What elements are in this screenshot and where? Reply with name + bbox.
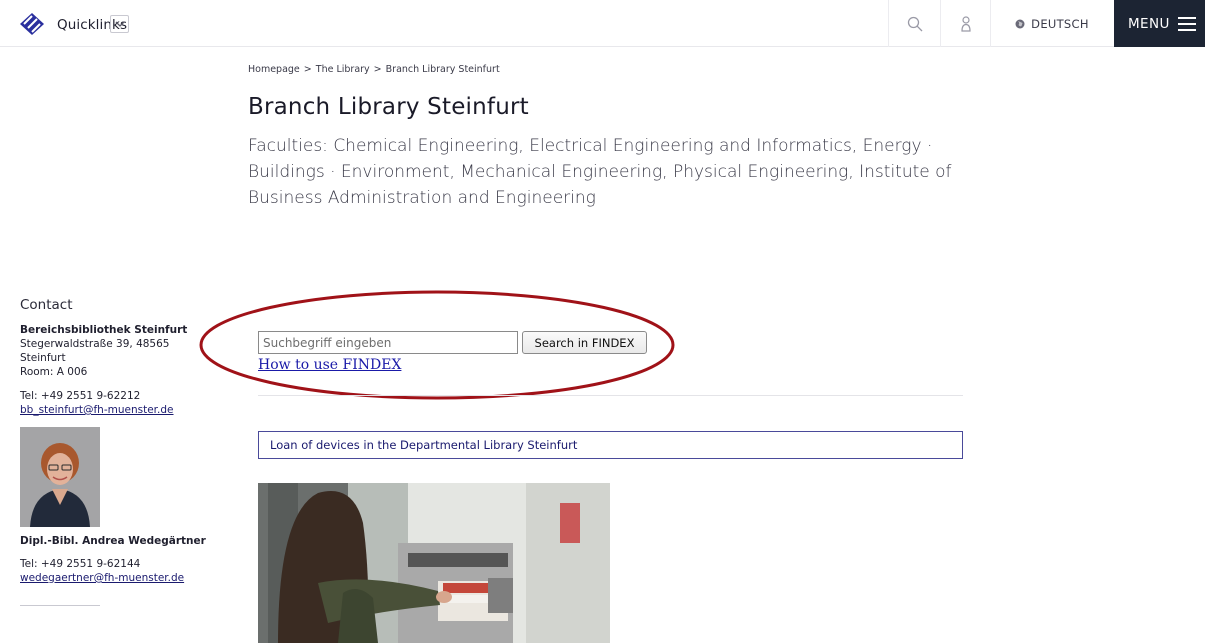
login-button[interactable] — [940, 0, 990, 47]
contact-person-name: Dipl.-Bibl. Andrea Wedegärtner — [20, 535, 206, 547]
page-subtitle: Faculties: Chemical Engineering, Electri… — [248, 136, 952, 208]
language-switch[interactable]: DEUTSCH — [990, 0, 1113, 47]
user-icon — [960, 15, 971, 32]
quicklinks-dropdown-button[interactable] — [110, 15, 129, 33]
findex-howto-link[interactable]: How to use FINDEX — [258, 357, 401, 373]
breadcrumb-separator: > — [373, 64, 382, 75]
loan-devices-label: Loan of devices in the Departmental Libr… — [270, 438, 578, 452]
room-number: Room: A 006 — [20, 366, 88, 378]
breadcrumb-separator: > — [303, 64, 312, 75]
logo-icon[interactable] — [20, 13, 44, 35]
next-contact-card — [20, 605, 100, 611]
top-bar: Quicklinks DEUTSCH MENU — [0, 0, 1205, 47]
contact-title: Contact — [20, 297, 73, 313]
menu-label: MENU — [1128, 15, 1170, 32]
hamburger-icon — [1177, 16, 1196, 31]
address-line-2: Steinfurt — [20, 352, 66, 364]
library-phone: Tel: +49 2551 9-62212 — [20, 390, 141, 402]
loan-devices-link[interactable]: Loan of devices in the Departmental Libr… — [258, 431, 963, 459]
person-phone: Tel: +49 2551 9-62144 — [20, 558, 141, 570]
library-email-link[interactable]: bb_steinfurt@fh-muenster.de — [20, 403, 210, 417]
search-button[interactable] — [888, 0, 940, 47]
loan-devices-photo — [258, 483, 610, 643]
breadcrumb-item-current: Branch Library Steinfurt — [385, 64, 500, 75]
findex-search-button[interactable]: Search in FINDEX — [522, 331, 647, 354]
section-divider — [258, 395, 963, 396]
library-name: Bereichsbibliothek Steinfurt — [20, 324, 188, 336]
breadcrumb: Homepage > The Library > Branch Library … — [248, 64, 500, 75]
search-icon — [907, 16, 922, 31]
language-label: DEUTSCH — [1031, 16, 1089, 31]
menu-button[interactable]: MENU — [1114, 0, 1205, 47]
globe-icon — [1015, 19, 1025, 28]
breadcrumb-item-library[interactable]: The Library — [316, 64, 370, 75]
chevron-down-icon — [115, 21, 124, 27]
contact-person-photo — [20, 427, 100, 527]
breadcrumb-item-homepage[interactable]: Homepage — [248, 64, 300, 75]
contact-sidebar: Contact Bereichsbibliothek Steinfurt Ste… — [20, 297, 210, 611]
page-title: Branch Library Steinfurt — [248, 94, 529, 120]
address-line-1: Stegerwaldstraße 39, 48565 — [20, 338, 170, 350]
findex-search-input[interactable] — [258, 331, 518, 354]
person-email-link[interactable]: wedegaertner@fh-muenster.de — [20, 571, 210, 585]
